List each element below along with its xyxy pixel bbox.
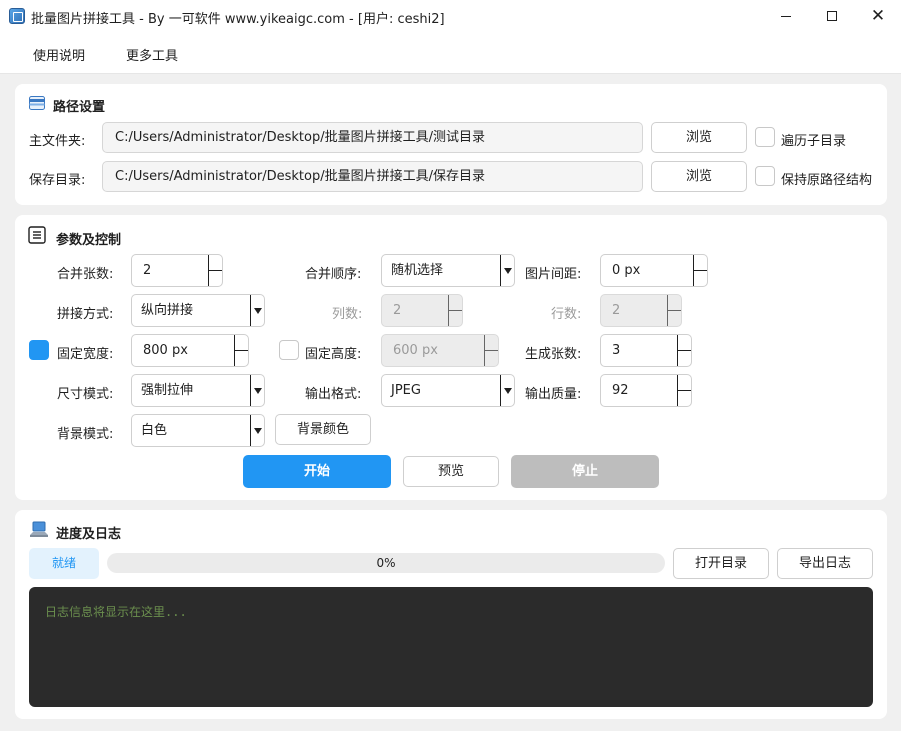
open-dir-button[interactable]: 打开目录 <box>673 548 769 579</box>
merge-count-value: 2 <box>143 263 152 278</box>
merge-order-value: 随机选择 <box>391 263 444 278</box>
log-card: 进度及日志 就绪 0% 打开目录 导出日志 日志信息将显示在这里... <box>15 510 887 719</box>
progress-bar: 0% <box>107 553 665 573</box>
keep-structure-label: 保持原路径结构 <box>781 173 873 188</box>
quality-value: 92 <box>612 383 629 398</box>
maximize-button[interactable] <box>809 0 855 32</box>
minimize-icon <box>781 15 791 17</box>
log-placeholder: 日志信息将显示在这里... <box>45 605 187 619</box>
menu-item-more-tools[interactable]: 更多工具 <box>126 45 178 64</box>
spin-stepper-icon[interactable] <box>693 255 707 286</box>
gen-count-label: 生成张数: <box>525 347 582 362</box>
bg-mode-label: 背景模式: <box>57 427 114 442</box>
browse-main-folder-button[interactable]: 浏览 <box>651 122 747 153</box>
columns-label: 列数: <box>332 307 363 322</box>
bg-mode-value: 白色 <box>141 423 168 438</box>
save-dir-label: 保存目录: <box>29 173 86 188</box>
fixed-width-label: 固定宽度: <box>57 347 114 362</box>
title-bar: 批量图片拼接工具 - By 一可软件 www.yikeaigc.com - [用… <box>0 0 901 32</box>
status-badge: 就绪 <box>29 548 99 579</box>
export-log-button[interactable]: 导出日志 <box>777 548 873 579</box>
stop-button[interactable]: 停止 <box>511 455 659 488</box>
output-format-label: 输出格式: <box>305 387 362 402</box>
rows-spinbox[interactable]: 2 <box>600 294 682 327</box>
minimize-button[interactable] <box>763 0 809 32</box>
join-mode-value: 纵向拼接 <box>141 303 194 318</box>
join-mode-label: 拼接方式: <box>57 307 114 322</box>
chevron-down-icon <box>250 375 264 406</box>
close-button[interactable]: ✕ <box>855 0 901 32</box>
spin-stepper-icon[interactable] <box>677 335 691 366</box>
close-icon: ✕ <box>870 5 886 26</box>
output-format-select[interactable]: JPEG <box>381 374 515 407</box>
bg-mode-select[interactable]: 白色 <box>131 414 265 447</box>
chevron-down-icon <box>250 415 264 446</box>
fixed-width-spinbox[interactable]: 800 px <box>131 334 249 367</box>
section-title-log: 进度及日志 <box>56 527 122 542</box>
path-settings-card: 路径设置 主文件夹: C:/Users/Administrator/Deskto… <box>15 84 887 205</box>
rows-value: 2 <box>612 303 621 318</box>
save-dir-input[interactable]: C:/Users/Administrator/Desktop/批量图片拼接工具/… <box>102 161 643 192</box>
columns-spinbox[interactable]: 2 <box>381 294 463 327</box>
main-folder-label: 主文件夹: <box>29 134 86 149</box>
browse-save-dir-button[interactable]: 浏览 <box>651 161 747 192</box>
gen-count-spinbox[interactable]: 3 <box>600 334 692 367</box>
keep-structure-checkbox[interactable] <box>755 166 775 186</box>
spin-stepper-icon[interactable] <box>448 295 462 326</box>
window-title: 批量图片拼接工具 - By 一可软件 www.yikeaigc.com - [用… <box>31 12 445 27</box>
chevron-down-icon <box>500 255 514 286</box>
fixed-height-checkbox[interactable] <box>279 340 299 360</box>
columns-value: 2 <box>393 303 402 318</box>
join-mode-select[interactable]: 纵向拼接 <box>131 294 265 327</box>
size-mode-select[interactable]: 强制拉伸 <box>131 374 265 407</box>
list-icon <box>28 226 46 244</box>
preview-button[interactable]: 预览 <box>403 456 499 487</box>
fixed-height-spinbox[interactable]: 600 px <box>381 334 499 367</box>
section-title-path: 路径设置 <box>53 100 106 115</box>
spacing-spinbox[interactable]: 0 px <box>600 254 708 287</box>
fixed-height-value: 600 px <box>393 343 438 358</box>
menu-bar: 使用说明 更多工具 <box>0 32 901 74</box>
merge-count-label: 合并张数: <box>57 267 114 282</box>
size-mode-label: 尺寸模式: <box>57 387 114 402</box>
params-card: 参数及控制 合并张数: 2 合并顺序: 随机选择 图片间距: 0 px 拼接方式… <box>15 215 887 500</box>
merge-count-spinbox[interactable]: 2 <box>131 254 223 287</box>
merge-order-select[interactable]: 随机选择 <box>381 254 515 287</box>
folder-icon <box>29 96 45 110</box>
app-icon <box>9 8 25 24</box>
spin-stepper-icon[interactable] <box>667 295 681 326</box>
fixed-width-value: 800 px <box>143 343 188 358</box>
quality-spinbox[interactable]: 92 <box>600 374 692 407</box>
spin-stepper-icon[interactable] <box>234 335 248 366</box>
progress-text: 0% <box>376 556 396 570</box>
output-format-value: JPEG <box>391 383 421 398</box>
rows-label: 行数: <box>551 307 582 322</box>
gen-count-value: 3 <box>612 343 621 358</box>
maximize-icon <box>827 11 837 21</box>
bg-color-button[interactable]: 背景颜色 <box>275 414 371 445</box>
merge-order-label: 合并顺序: <box>305 267 362 282</box>
log-output[interactable]: 日志信息将显示在这里... <box>29 587 873 707</box>
recursive-checkbox[interactable] <box>755 127 775 147</box>
chevron-down-icon <box>500 375 514 406</box>
laptop-icon <box>30 521 48 537</box>
size-mode-value: 强制拉伸 <box>141 383 194 398</box>
section-title-params: 参数及控制 <box>56 233 122 248</box>
chevron-down-icon <box>250 295 264 326</box>
spacing-label: 图片间距: <box>525 267 582 282</box>
spacing-value: 0 px <box>612 263 641 278</box>
spin-stepper-icon[interactable] <box>208 255 222 286</box>
spin-stepper-icon[interactable] <box>484 335 498 366</box>
fixed-height-label: 固定高度: <box>305 347 362 362</box>
recursive-label: 遍历子目录 <box>781 134 847 149</box>
start-button[interactable]: 开始 <box>243 455 391 488</box>
menu-item-help[interactable]: 使用说明 <box>33 45 85 64</box>
main-folder-input[interactable]: C:/Users/Administrator/Desktop/批量图片拼接工具/… <box>102 122 643 153</box>
spin-stepper-icon[interactable] <box>677 375 691 406</box>
fixed-width-checkbox[interactable] <box>29 340 49 360</box>
quality-label: 输出质量: <box>525 387 582 402</box>
